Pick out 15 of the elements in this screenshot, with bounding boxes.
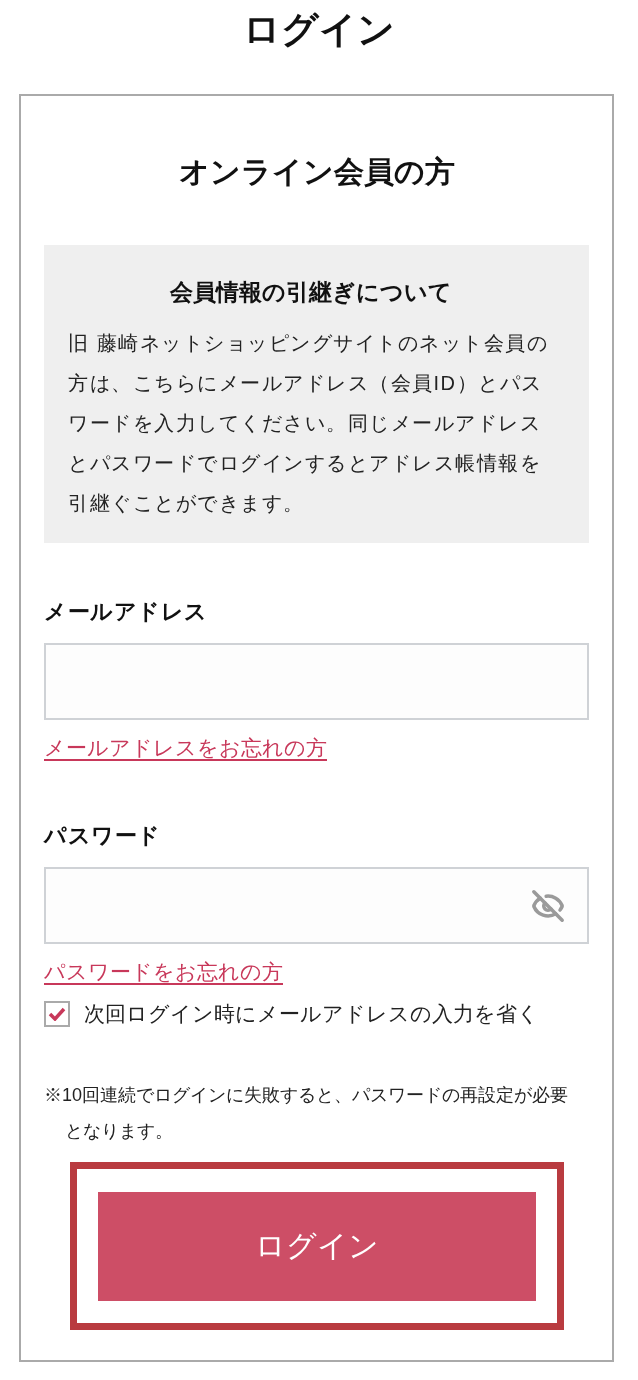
checkmark-icon: [48, 1007, 66, 1021]
checkbox[interactable]: [44, 1001, 70, 1027]
forgot-link[interactable]: メールアドレスをお忘れの方: [44, 734, 327, 762]
field-label: パスワード: [44, 822, 162, 850]
card-title: オンライン会員の方: [177, 154, 456, 190]
page-title: ログイン: [242, 8, 396, 52]
login-button[interactable]: ログイン: [97, 1191, 536, 1301]
notice-text: 旧 藤崎ネットショッピングサイトのネット会員の方は、こちらにメールアドレス（会員ID）とパスワードを入力してください。同じメールアドレスとパスワードでログインするとアドレス帳情報を引継ぐことができます。: [68, 331, 550, 516]
password-field[interactable]: [44, 867, 589, 944]
forgot-link[interactable]: パスワードをお忘れの方: [44, 958, 283, 986]
notice-title: 会員情報の引継ぎについて: [169, 278, 453, 307]
field-label: メールアドレス: [44, 598, 209, 626]
notice-footnote: ※10回連続でログインに失敗すると、パスワードの再設定が必要となります。: [44, 1084, 570, 1143]
checkbox-label: 次回ログイン時にメールアドレスの入力を省く: [84, 1001, 539, 1027]
email-field[interactable]: [44, 643, 589, 720]
